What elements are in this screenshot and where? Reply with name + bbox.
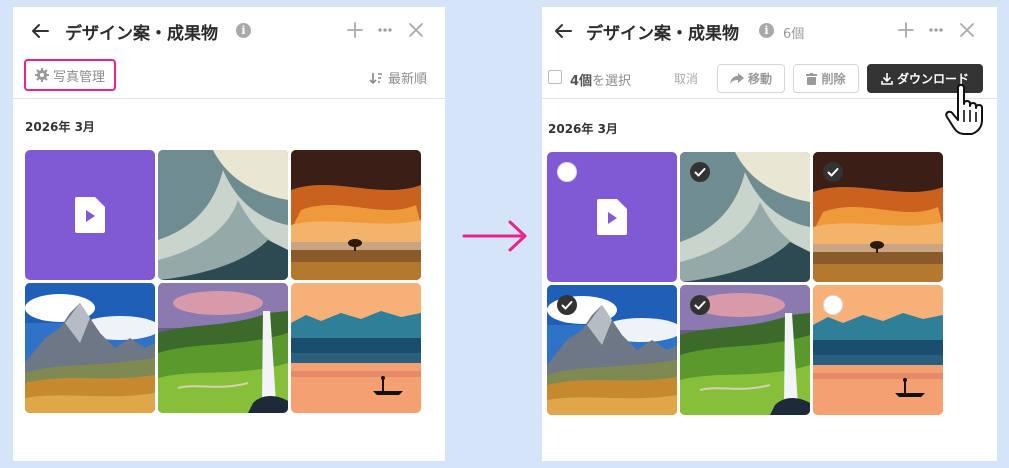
selection-count: 4個を選択 bbox=[570, 70, 631, 89]
check-icon bbox=[694, 301, 706, 310]
close-icon[interactable] bbox=[406, 20, 426, 40]
photo-image bbox=[291, 283, 421, 413]
photo-tile[interactable] bbox=[291, 283, 421, 413]
trash-icon bbox=[806, 72, 818, 85]
photo-manage-label: 写真管理 bbox=[52, 69, 105, 85]
date-heading: 2026年 3月 bbox=[25, 120, 95, 134]
check-icon bbox=[827, 168, 839, 177]
close-icon[interactable] bbox=[957, 20, 977, 40]
photo-tile[interactable] bbox=[25, 283, 155, 413]
video-tile[interactable] bbox=[25, 150, 155, 280]
download-icon bbox=[881, 72, 893, 85]
back-arrow-icon[interactable] bbox=[30, 21, 50, 41]
selection-toolbar: 4個を選択 取消 移動 削除 ダウンロード bbox=[542, 57, 997, 99]
back-arrow-icon[interactable] bbox=[553, 21, 573, 41]
item-count: 6個 bbox=[783, 27, 805, 42]
select-circle-checked[interactable] bbox=[557, 295, 577, 315]
photo-manage-button[interactable]: 写真管理 bbox=[24, 59, 116, 91]
toolbar: 写真管理 最新順 bbox=[13, 57, 445, 99]
photo-image bbox=[291, 150, 421, 280]
check-icon bbox=[694, 168, 706, 177]
video-file-icon bbox=[75, 197, 105, 233]
add-icon[interactable] bbox=[345, 20, 365, 40]
info-icon[interactable]: i bbox=[236, 23, 251, 38]
panel-header: デザイン案・成果物 i 6個 bbox=[542, 7, 997, 57]
photo-tile[interactable] bbox=[813, 285, 943, 415]
photo-tile-selected[interactable] bbox=[680, 285, 810, 415]
page-title: デザイン案・成果物 bbox=[586, 24, 739, 44]
move-label: 移動 bbox=[747, 72, 772, 86]
photo-tile[interactable] bbox=[158, 283, 288, 413]
more-icon[interactable] bbox=[375, 20, 395, 40]
move-button[interactable]: 移動 bbox=[717, 64, 785, 93]
photo-panel-before: デザイン案・成果物 i 写真管理 最新順 2026年 3月 bbox=[13, 7, 445, 461]
photo-tile-selected[interactable] bbox=[680, 152, 810, 282]
photo-image bbox=[25, 283, 155, 413]
select-circle-unchecked[interactable] bbox=[823, 295, 843, 315]
more-icon[interactable] bbox=[926, 20, 946, 40]
photo-tile-selected[interactable] bbox=[547, 285, 677, 415]
select-circle-checked[interactable] bbox=[690, 295, 710, 315]
select-circle-unchecked[interactable] bbox=[557, 162, 577, 182]
sort-button[interactable]: 最新順 bbox=[369, 68, 427, 87]
photo-image bbox=[158, 283, 288, 413]
delete-label: 削除 bbox=[821, 72, 846, 86]
panel-header: デザイン案・成果物 i bbox=[13, 7, 445, 57]
sort-icon bbox=[369, 72, 382, 84]
cancel-button[interactable]: 取消 bbox=[674, 70, 698, 87]
select-all-checkbox[interactable] bbox=[548, 70, 562, 84]
video-tile[interactable] bbox=[547, 152, 677, 282]
select-circle-checked[interactable] bbox=[690, 162, 710, 182]
selection-suffix: を選択 bbox=[592, 74, 632, 89]
select-circle-checked[interactable] bbox=[823, 162, 843, 182]
gear-icon bbox=[34, 68, 49, 82]
photo-tile[interactable] bbox=[291, 150, 421, 280]
check-icon bbox=[561, 301, 573, 310]
photo-image bbox=[158, 150, 288, 280]
add-icon[interactable] bbox=[896, 20, 916, 40]
info-icon[interactable]: i bbox=[759, 23, 774, 38]
transition-arrow-icon bbox=[462, 220, 527, 252]
photo-panel-after: デザイン案・成果物 i 6個 4個を選択 取消 移動 削除 ダウンロード 202… bbox=[542, 7, 997, 461]
video-file-icon bbox=[597, 199, 627, 235]
date-heading: 2026年 3月 bbox=[548, 122, 618, 136]
hand-pointer-icon bbox=[945, 84, 983, 135]
page-title: デザイン案・成果物 bbox=[65, 24, 218, 44]
photo-tile-selected[interactable] bbox=[813, 152, 943, 282]
share-arrow-icon bbox=[729, 72, 744, 84]
selected-number: 4個 bbox=[570, 74, 593, 89]
delete-button[interactable]: 削除 bbox=[793, 64, 859, 93]
sort-label: 最新順 bbox=[387, 72, 427, 87]
photo-tile[interactable] bbox=[158, 150, 288, 280]
